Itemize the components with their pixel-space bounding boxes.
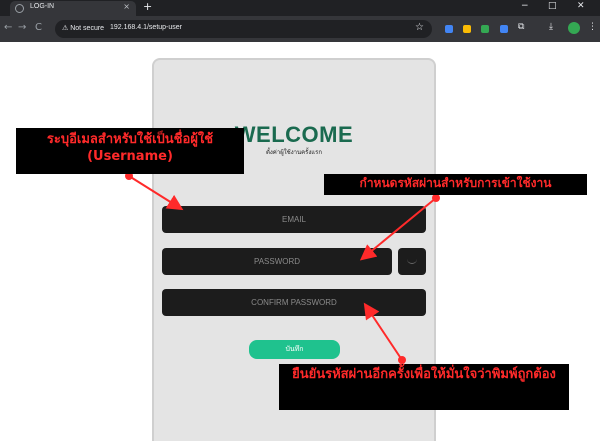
back-icon[interactable]: ← <box>4 22 12 33</box>
profile-avatar[interactable] <box>568 22 580 34</box>
confirm-password-field[interactable]: CONFIRM PASSWORD <box>162 289 426 316</box>
download-icon[interactable]: ⤓ <box>549 22 553 32</box>
extension-icon-1[interactable] <box>445 25 453 33</box>
maximize-button[interactable]: □ <box>548 1 557 11</box>
tab-title: LOG-IN <box>30 3 55 10</box>
extension-icon-2[interactable] <box>463 25 471 33</box>
toggle-password-button[interactable] <box>398 248 426 275</box>
menu-icon[interactable]: ⋮ <box>588 22 597 32</box>
address-bar[interactable]: ⚠ Not secure 192.168.4.1/setup-user ☆ <box>55 20 432 38</box>
browser-tab[interactable]: LOG-IN × <box>10 1 136 16</box>
forward-icon[interactable]: → <box>18 22 26 33</box>
tab-bar: LOG-IN × + − □ ✕ <box>0 0 600 16</box>
bookmark-star-icon[interactable]: ☆ <box>415 22 424 33</box>
url-text[interactable]: 192.168.4.1/setup-user <box>110 24 182 31</box>
close-tab-icon[interactable]: × <box>123 2 130 11</box>
not-secure-badge[interactable]: ⚠ Not secure <box>62 24 104 32</box>
globe-icon <box>15 4 24 13</box>
confirm-callout: ยืนยันรหัสผ่านอีกครั้งเพื่อให้มั่นใจว่าพ… <box>279 364 569 410</box>
minimize-button[interactable]: − <box>521 1 529 11</box>
extension-icon-4[interactable] <box>500 25 508 33</box>
browser-toolbar: ← → C ⚠ Not secure 192.168.4.1/setup-use… <box>0 16 600 42</box>
email-callout: ระบุอีเมลสำหรับใช้เป็นชื่อผู้ใช้ (Userna… <box>16 128 244 174</box>
eye-closed-icon <box>407 258 417 264</box>
password-callout: กำหนดรหัสผ่านสำหรับการเข้าใช้งาน <box>324 174 587 195</box>
extension-icon-3[interactable] <box>481 25 489 33</box>
close-window-button[interactable]: ✕ <box>577 1 585 11</box>
password-field[interactable]: PASSWORD <box>162 248 392 275</box>
extensions-puzzle-icon[interactable]: ⧉ <box>518 22 524 32</box>
reload-icon[interactable]: C <box>35 22 42 33</box>
email-field[interactable]: EMAIL <box>162 206 426 233</box>
new-tab-button[interactable]: + <box>143 0 152 13</box>
save-button[interactable]: บันทึก <box>249 340 340 359</box>
